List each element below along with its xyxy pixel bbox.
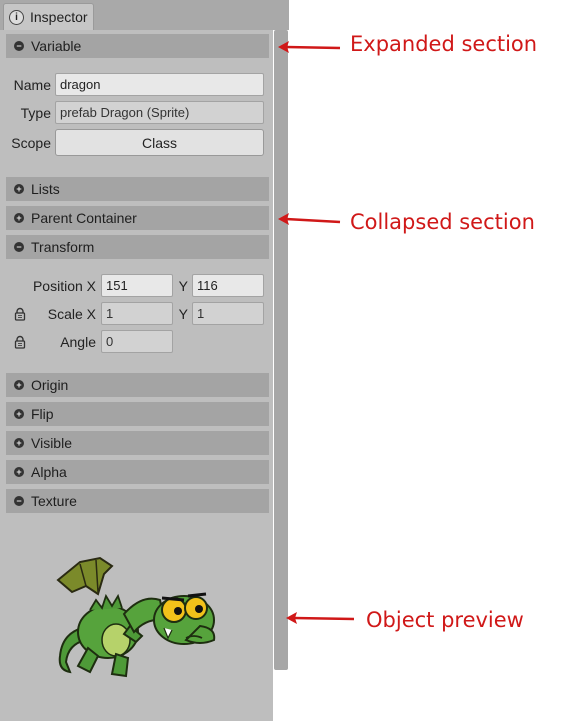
section-label: Visible [31, 435, 72, 451]
section-variable[interactable]: − Variable [6, 34, 269, 58]
scope-label: Scope [11, 135, 51, 151]
angle-field[interactable]: 0 [101, 330, 173, 353]
scale-x-field[interactable]: 1 [101, 302, 173, 325]
scrollbar-thumb[interactable] [274, 30, 288, 670]
name-label: Name [13, 77, 51, 93]
annotation-expanded-section: Expanded section [350, 32, 538, 56]
tab-inspector[interactable]: i Inspector [3, 3, 94, 30]
section-label: Alpha [31, 464, 67, 480]
section-label: Texture [31, 493, 77, 509]
collapse-icon[interactable]: − [14, 496, 24, 506]
type-field: prefab Dragon (Sprite) [55, 101, 264, 124]
arrow-icon [278, 213, 341, 225]
info-icon: i [9, 9, 24, 25]
section-flip[interactable]: + Flip [6, 402, 269, 426]
section-texture[interactable]: − Texture [6, 489, 269, 513]
position-x-field[interactable]: 151 [101, 274, 173, 297]
expand-icon[interactable]: + [14, 213, 24, 223]
section-visible[interactable]: + Visible [6, 431, 269, 455]
section-label: Transform [31, 239, 95, 255]
section-label: Variable [31, 38, 82, 54]
scale-y-field[interactable]: 1 [192, 302, 264, 325]
section-label: Parent Container [31, 210, 137, 226]
scale-y-label: Y [178, 306, 188, 322]
position-y-label: Y [178, 278, 188, 294]
section-lists[interactable]: + Lists [6, 177, 269, 201]
position-y-field[interactable]: 116 [192, 274, 264, 297]
position-x-label: Position X [32, 278, 96, 294]
collapse-icon[interactable]: − [14, 242, 24, 252]
name-field[interactable]: dragon [55, 73, 264, 96]
section-transform[interactable]: − Transform [6, 235, 269, 259]
collapse-icon[interactable]: − [14, 41, 24, 51]
expand-icon[interactable]: + [14, 184, 24, 194]
arrow-icon [278, 41, 341, 53]
tab-label: Inspector [30, 9, 88, 25]
arrow-icon [286, 612, 355, 624]
scale-x-label: Scale X [47, 306, 96, 322]
section-label: Lists [31, 181, 60, 197]
type-label: Type [20, 105, 51, 121]
section-label: Flip [31, 406, 54, 422]
section-parent-container[interactable]: + Parent Container [6, 206, 269, 230]
expand-icon[interactable]: + [14, 467, 24, 477]
angle-label: Angle [60, 334, 96, 350]
section-label: Origin [31, 377, 69, 393]
section-alpha[interactable]: + Alpha [6, 460, 269, 484]
editor-area: i Inspector − Variable Name dragon Type … [0, 0, 289, 721]
dragon-preview-image [56, 556, 216, 678]
scope-button[interactable]: Class [55, 129, 264, 156]
annotation-object-preview: Object preview [366, 608, 524, 632]
expand-icon[interactable]: + [14, 380, 24, 390]
tab-bar: i Inspector [0, 0, 289, 30]
annotation-collapsed-section: Collapsed section [350, 210, 535, 234]
expand-icon[interactable]: + [14, 438, 24, 448]
expand-icon[interactable]: + [14, 409, 24, 419]
section-origin[interactable]: + Origin [6, 373, 269, 397]
